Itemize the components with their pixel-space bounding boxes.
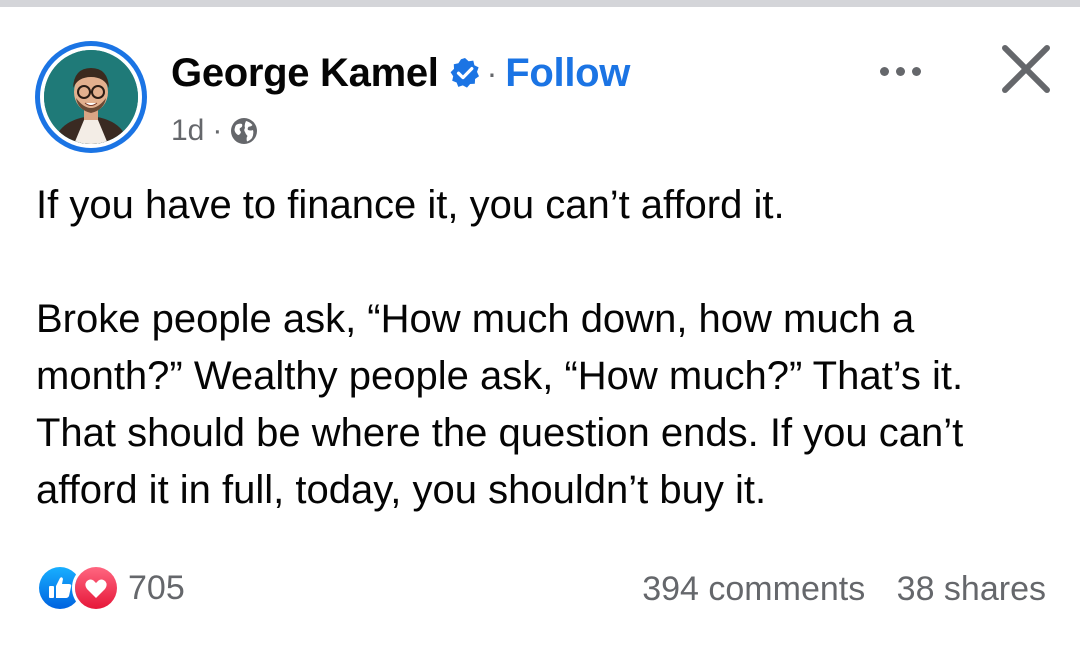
- post-timestamp[interactable]: 1d: [171, 114, 204, 148]
- post-meta: 1d ·: [171, 111, 258, 151]
- author-avatar[interactable]: [35, 41, 147, 153]
- author-row: George Kamel · Follow: [171, 45, 630, 101]
- love-icon: [72, 564, 120, 612]
- post-paragraph: If you have to finance it, you can’t aff…: [36, 183, 785, 227]
- verified-badge-icon: [449, 57, 481, 89]
- separator-dot: ·: [486, 54, 498, 91]
- author-name[interactable]: George Kamel: [171, 51, 439, 96]
- post-card: George Kamel · Follow 1d · If you have t…: [0, 7, 1080, 650]
- shares-count[interactable]: 38 shares: [897, 570, 1046, 608]
- globe-icon[interactable]: [230, 117, 258, 145]
- follow-button[interactable]: Follow: [505, 51, 630, 96]
- post-footer: 705 394 comments 38 shares: [36, 562, 1046, 612]
- comments-count[interactable]: 394 comments: [642, 570, 865, 608]
- more-options-icon[interactable]: [868, 51, 932, 91]
- post-paragraph: Broke people ask, “How much down, how mu…: [36, 297, 964, 512]
- top-divider: [0, 0, 1080, 7]
- profile-photo: [44, 50, 138, 144]
- engagement-summary: 394 comments 38 shares: [642, 570, 1046, 609]
- reaction-count: 705: [128, 568, 185, 607]
- close-icon[interactable]: [994, 37, 1058, 101]
- meta-separator: ·: [212, 114, 223, 147]
- post-body: If you have to finance it, you can’t aff…: [36, 177, 1046, 519]
- reactions-summary[interactable]: 705: [36, 564, 185, 612]
